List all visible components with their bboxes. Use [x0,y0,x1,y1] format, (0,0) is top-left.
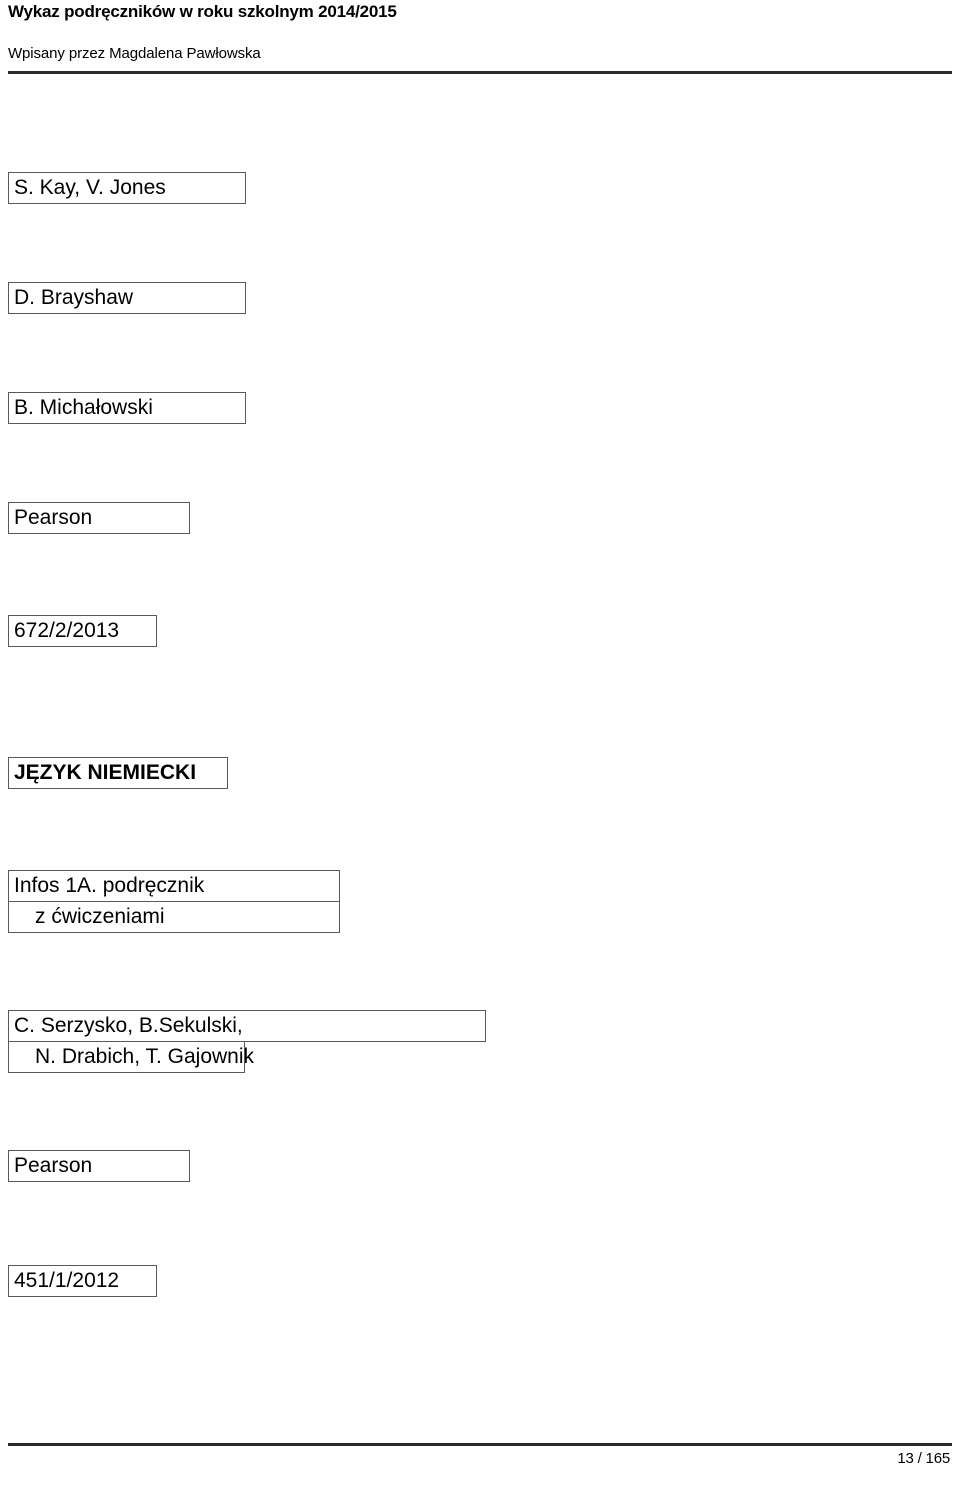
author-serzysko-line1: C. Serzysko, B.Sekulski, [8,1010,486,1042]
publisher-pearson-english: Pearson [8,502,190,534]
book-title-infos-line2: z ćwiczeniami [8,901,340,933]
author-brayshaw: D. Brayshaw [8,282,246,314]
author-michalowski: B. Michałowski [8,392,246,424]
book-number-672: 672/2/2013 [8,615,157,647]
page-number: 13 / 165 [897,1450,950,1467]
author-serzysko-line2: N. Drabich, T. Gajownik [8,1041,254,1073]
footer-divider [8,1443,952,1446]
document-body: S. Kay, V. Jones D. Brayshaw B. Michałowsk… [0,0,960,1487]
book-title-infos-line1: Infos 1A. podręcznik [8,870,340,902]
publisher-pearson-german: Pearson [8,1150,190,1182]
subject-heading-german: JĘZYK NIEMIECKI [8,757,228,789]
book-number-451: 451/1/2012 [8,1265,157,1297]
author-kay-jones: S. Kay, V. Jones [8,172,246,204]
